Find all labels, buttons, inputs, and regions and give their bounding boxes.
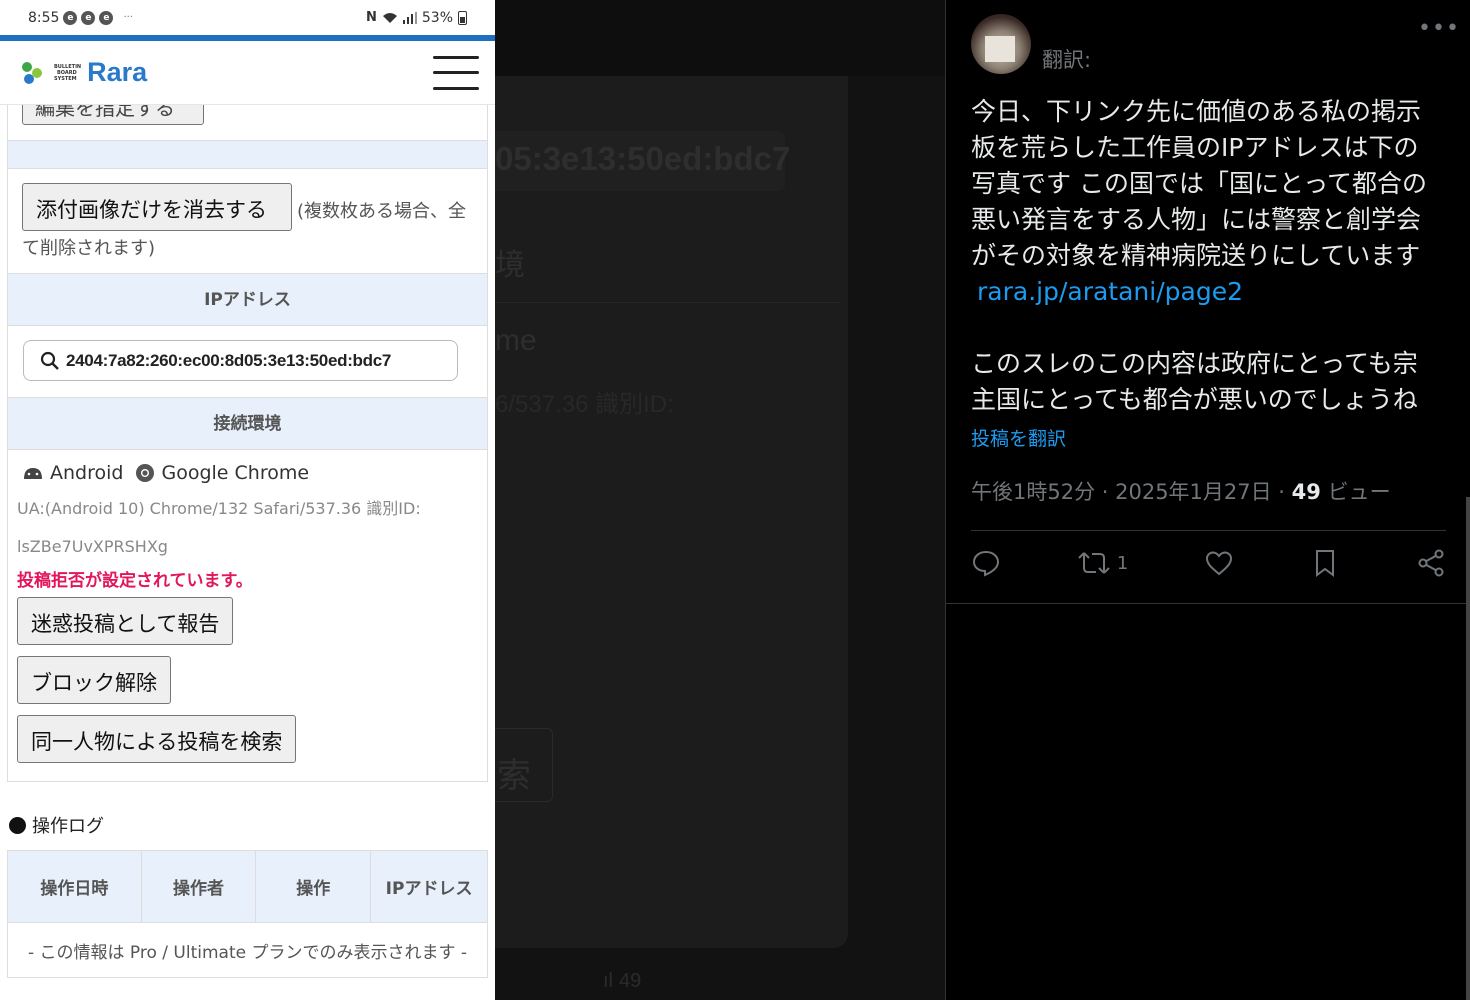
browser-name: Google Chrome [161,462,310,484]
chrome-icon [136,464,155,482]
tweet-panel: 翻訳: ••• 今日、下リンク先に価値のある私の掲示 板を荒らした工作員のIPア… [945,0,1470,1000]
translated-label: 翻訳: [1042,48,1092,72]
like-button[interactable] [1204,548,1234,578]
notification-icon: e [99,10,114,25]
log-header-operator: 操作者 [140,850,257,923]
tweet-meta: 午後1時52分 · 2025年1月27日 · 49 ビュー [971,476,1391,506]
bullet-icon [9,816,26,834]
log-header-datetime: 操作日時 [7,850,142,923]
android-icon [24,468,42,479]
signal-icon [402,11,417,24]
logo-tagline: BULLETIN BOARD SYSTEM [54,63,82,82]
translate-post-link[interactable]: 投稿を翻訳 [971,424,1066,451]
tweet-timestamp[interactable]: 午後1時52分 · 2025年1月27日 · [971,480,1292,504]
dimmed-ip-fragment: 05:3e13:50ed:bdc7 [495,140,791,177]
retweet-button[interactable]: 1 [1077,548,1128,578]
tweet-body: 今日、下リンク先に価値のある私の掲示 板を荒らした工作員のIPアドレスは下の 写… [971,94,1441,418]
battery-icon [458,10,467,25]
tweet-line: 今日、下リンク先に価値のある私の掲示 [971,97,1422,126]
report-spam-button[interactable]: 迷惑投稿として報告 [17,597,234,645]
tweet-actions: 1 [971,548,1446,578]
search-same-user-button[interactable]: 同一人物による投稿を検索 [17,715,297,763]
share-icon [1418,549,1444,577]
view-count: 49 [1291,480,1321,504]
dimmed-search-fragment: 索 [497,757,531,795]
log-header-operation: 操作 [255,850,372,923]
dimmed-views: ıl 49 [603,970,642,992]
view-label: ビュー [1320,480,1391,504]
tweet-line: 主国にとっても都合が悪いのでしょうね [971,385,1418,414]
divider [971,530,1446,531]
dimmed-env-fragment: 境 [495,249,525,282]
user-agent-line: UA:(Android 10) Chrome/132 Safari/537.36… [17,499,421,518]
divider [946,603,1470,604]
os-name: Android [50,462,124,484]
reply-icon [972,550,1000,577]
menu-icon[interactable] [433,55,479,90]
tweet-line: 悪い発言をする人物」には警察と創学会 [971,205,1422,234]
retweet-count: 1 [1116,552,1129,574]
logo-text: Rara [87,57,148,87]
tweet-line: 板を荒らした工作員のIPアドレスは下の [971,133,1419,162]
more-options-icon[interactable]: ••• [1418,16,1460,41]
edit-button[interactable]: 編集を指定する [22,105,204,125]
operation-log-table: 操作日時 操作者 操作 IPアドレス - この情報は Pro / Ultimat… [7,850,488,978]
nfc-icon: N [365,10,377,25]
dimmed-browser-fragment: me [495,324,537,357]
retweet-icon [1078,552,1110,574]
notification-icon: e [63,10,78,25]
operation-log-heading: 操作ログ [0,812,495,838]
status-bar: 8:55 e e e ··· N 53% [0,0,495,35]
identifier-id: lsZBe7UvXPRSHXg [17,537,168,556]
ip-section-title: IPアドレス [7,274,488,326]
operation-log-title: 操作ログ [32,816,104,837]
logo-mark-icon [22,60,48,86]
rara-logo[interactable]: BULLETIN BOARD SYSTEM Rara [22,57,147,88]
wifi-icon [382,12,397,23]
dimmed-stats-icon: ıl [603,970,613,992]
env-section-title: 接続環境 [7,398,488,450]
scrollbar[interactable] [1466,497,1470,1000]
env-info: Android Google Chrome [8,450,487,484]
dimmed-ua-fragment: 6/537.36 識別ID: [495,391,674,418]
status-time: 8:55 [28,9,60,26]
dimmed-background: 05:3e13:50ed:bdc7 境 me 6/537.36 識別ID: 索 … [495,0,945,1000]
bookmark-button[interactable] [1310,548,1340,578]
tweet-line: がその対象を精神病院送りにしています [971,241,1421,270]
rara-phone-screen: 8:55 e e e ··· N 53% BULLETIN BOARD SYST… [0,0,495,1000]
share-button[interactable] [1416,548,1446,578]
log-header-ip: IPアドレス [370,850,488,923]
post-detail-panel: 編集を指定する 添付画像だけを消去する (複数枚ある場合、全て削除されます) I… [0,105,495,978]
blocked-warning: 投稿拒否が設定されています。 [17,571,253,591]
reply-button[interactable] [971,548,1001,578]
app-header: BULLETIN BOARD SYSTEM Rara [0,41,495,105]
notification-icon: e [81,10,96,25]
search-icon [40,351,59,370]
section-spacer [7,141,488,169]
user-avatar[interactable] [971,14,1031,74]
dimmed-card: 05:3e13:50ed:bdc7 境 me 6/537.36 識別ID: 索 [495,76,848,948]
tweet-line: このスレのこの内容は政府にとっても宗 [971,349,1418,378]
more-notifications-icon: ··· [123,12,133,23]
bookmark-icon [1316,550,1335,577]
delete-images-note: (複数枚ある場合、全て削除されます) [22,201,467,259]
log-plan-notice: - この情報は Pro / Ultimate プランでのみ表示されます - [7,922,488,978]
tweet-line: 写真です この国では「国にとって都合の [971,169,1427,198]
ip-address-value: 2404:7a82:260:ec00:8d05:3e13:50ed:bdc7 [66,350,392,370]
tweet-link[interactable]: rara.jp/aratani/page2 [971,274,1441,310]
like-icon [1206,551,1233,576]
battery-percent: 53% [421,9,453,26]
ip-search-field[interactable]: 2404:7a82:260:ec00:8d05:3e13:50ed:bdc7 [23,340,458,381]
unblock-button[interactable]: ブロック解除 [17,656,171,704]
